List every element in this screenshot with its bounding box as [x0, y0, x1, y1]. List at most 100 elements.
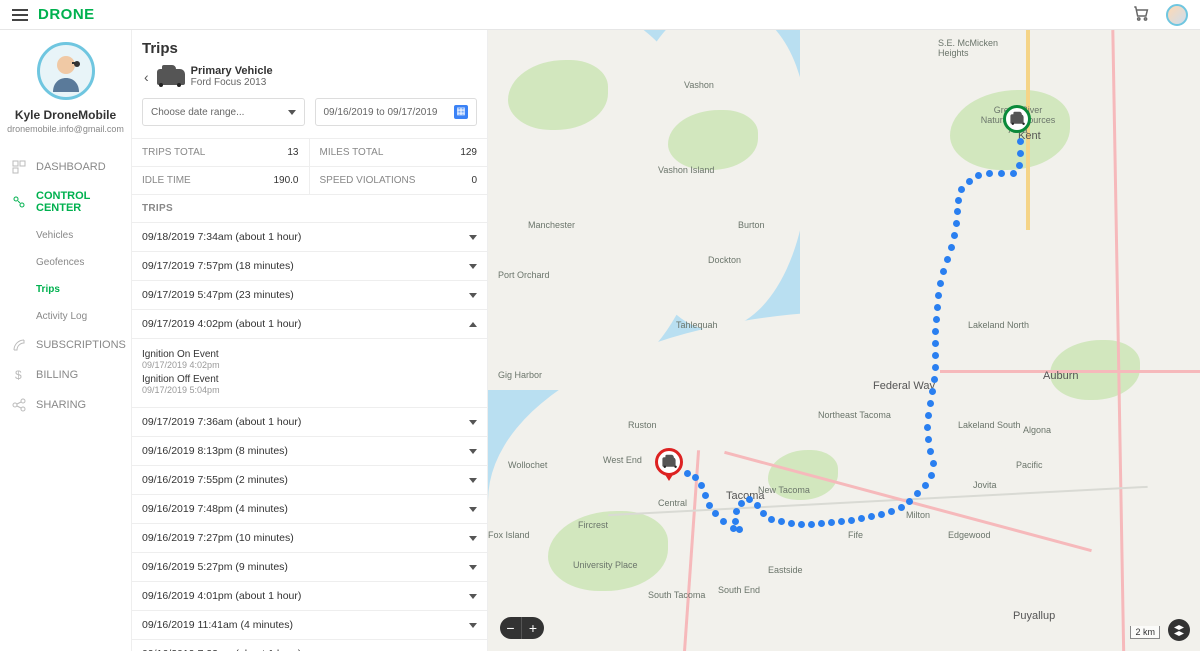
zoom-out-button[interactable]: −	[500, 617, 522, 639]
route-point	[702, 492, 709, 499]
route-point	[746, 496, 753, 503]
nav-geofences[interactable]: Geofences	[0, 249, 131, 276]
nav-activity-log[interactable]: Activity Log	[0, 303, 131, 330]
date-range-dropdown[interactable]: Choose date range...	[142, 98, 305, 126]
route-point	[730, 525, 737, 532]
chevron-down-icon	[469, 235, 477, 240]
route-point	[931, 376, 938, 383]
back-arrow-icon[interactable]: ‹	[142, 69, 151, 85]
route-point	[736, 526, 743, 533]
cart-icon[interactable]	[1132, 4, 1150, 25]
route-point	[768, 516, 775, 523]
user-email: dronemobile.info@gmail.com	[7, 124, 124, 134]
route-point	[738, 500, 745, 507]
sidebar: Kyle DroneMobile dronemobile.info@gmail.…	[0, 30, 132, 651]
route-point	[732, 518, 739, 525]
car-thumb-icon	[157, 69, 185, 85]
route-point	[998, 170, 1005, 177]
trip-row[interactable]: 09/16/2019 11:41am (4 minutes)	[132, 611, 487, 640]
trip-start-marker[interactable]	[1003, 105, 1031, 133]
stats-grid: TRIPS TOTAL13 MILES TOTAL129 IDLE TIME19…	[132, 138, 487, 195]
chevron-down-icon	[469, 594, 477, 599]
control-center-icon	[12, 195, 26, 209]
trip-row[interactable]: 09/17/2019 4:02pm (about 1 hour)	[132, 310, 487, 339]
vehicle-model: Ford Focus 2013	[191, 77, 273, 88]
topbar: DRONE	[0, 0, 1200, 30]
trips-total-value: 13	[287, 147, 298, 158]
trip-label: 09/17/2019 7:57pm (18 minutes)	[142, 260, 294, 272]
chevron-down-icon	[469, 536, 477, 541]
route-point	[868, 513, 875, 520]
route-point	[788, 520, 795, 527]
event-time: 09/17/2019 4:02pm	[142, 360, 477, 370]
route-point	[858, 515, 865, 522]
svg-text:$: $	[15, 368, 22, 382]
trip-row[interactable]: 09/16/2019 7:48pm (4 minutes)	[132, 495, 487, 524]
trip-row[interactable]: 09/16/2019 5:27pm (9 minutes)	[132, 553, 487, 582]
nav-billing[interactable]: $BILLING	[0, 360, 131, 390]
nav-dashboard[interactable]: DASHBOARD	[0, 152, 131, 182]
trip-row[interactable]: 09/16/2019 8:13pm (8 minutes)	[132, 437, 487, 466]
miles-total-value: 129	[460, 147, 477, 158]
user-avatar[interactable]	[37, 42, 95, 100]
route-point	[898, 504, 905, 511]
caret-down-icon	[288, 110, 296, 115]
route-point	[958, 186, 965, 193]
route-point	[914, 490, 921, 497]
trip-label: 09/16/2019 7:27pm (10 minutes)	[142, 532, 294, 544]
route-point	[818, 520, 825, 527]
chevron-up-icon	[469, 322, 477, 327]
user-name: Kyle DroneMobile	[15, 108, 116, 122]
route-point	[925, 412, 932, 419]
map[interactable]: Gig Harbor Vashon Vashon Island Burton D…	[488, 30, 1200, 651]
trips-panel: Trips ‹ Primary Vehicle Ford Focus 2013 …	[132, 30, 488, 651]
chevron-down-icon	[469, 293, 477, 298]
route-point	[966, 178, 973, 185]
route-point	[932, 352, 939, 359]
vehicle-row: ‹ Primary Vehicle Ford Focus 2013	[142, 65, 477, 88]
route-point	[933, 316, 940, 323]
chevron-down-icon	[469, 478, 477, 483]
route-point	[975, 172, 982, 179]
idle-time-value: 190.0	[273, 175, 298, 186]
route-point	[706, 502, 713, 509]
nav-vehicles[interactable]: Vehicles	[0, 222, 131, 249]
page-title: Trips	[142, 40, 477, 57]
dashboard-icon	[12, 160, 26, 174]
nav-trips[interactable]: Trips	[0, 276, 131, 303]
speed-violations-label: SPEED VIOLATIONS	[320, 175, 416, 186]
speed-violations-value: 0	[471, 175, 477, 186]
route-point	[733, 508, 740, 515]
trip-row[interactable]: 09/17/2019 7:57pm (18 minutes)	[132, 252, 487, 281]
route-point	[1016, 162, 1023, 169]
trip-row[interactable]: 09/18/2019 7:34am (about 1 hour)	[132, 223, 487, 252]
route-point	[922, 482, 929, 489]
nav-subscriptions[interactable]: SUBSCRIPTIONS	[0, 330, 131, 360]
trip-label: 09/18/2019 7:34am (about 1 hour)	[142, 231, 301, 243]
miles-total-label: MILES TOTAL	[320, 147, 384, 158]
route-point	[888, 508, 895, 515]
trip-end-marker[interactable]	[655, 448, 683, 476]
route-point	[953, 220, 960, 227]
route-point	[692, 474, 699, 481]
menu-icon[interactable]	[12, 9, 28, 21]
trip-row[interactable]: 09/16/2019 4:01pm (about 1 hour)	[132, 582, 487, 611]
nav-control-center[interactable]: CONTROL CENTER	[0, 182, 131, 222]
zoom-in-button[interactable]: +	[522, 617, 544, 639]
nav-sharing[interactable]: SHARING	[0, 390, 131, 420]
trip-label: 09/17/2019 7:36am (about 1 hour)	[142, 416, 301, 428]
user-avatar-small[interactable]	[1166, 4, 1188, 26]
trip-row[interactable]: 09/16/2019 7:55pm (2 minutes)	[132, 466, 487, 495]
calendar-icon: ▦	[454, 105, 468, 119]
chevron-down-icon	[469, 449, 477, 454]
trip-row[interactable]: 09/16/2019 7:23am (about 1 hour)	[132, 640, 487, 651]
trip-row[interactable]: 09/17/2019 5:47pm (23 minutes)	[132, 281, 487, 310]
trip-row[interactable]: 09/17/2019 7:36am (about 1 hour)	[132, 408, 487, 437]
route-point	[935, 292, 942, 299]
route-point	[930, 460, 937, 467]
trip-row[interactable]: 09/16/2019 7:27pm (10 minutes)	[132, 524, 487, 553]
route-point	[927, 400, 934, 407]
date-range-display[interactable]: 09/16/2019 to 09/17/2019 ▦	[315, 98, 478, 126]
layers-button[interactable]	[1168, 619, 1190, 641]
map-scale: 2 km	[1130, 626, 1160, 639]
